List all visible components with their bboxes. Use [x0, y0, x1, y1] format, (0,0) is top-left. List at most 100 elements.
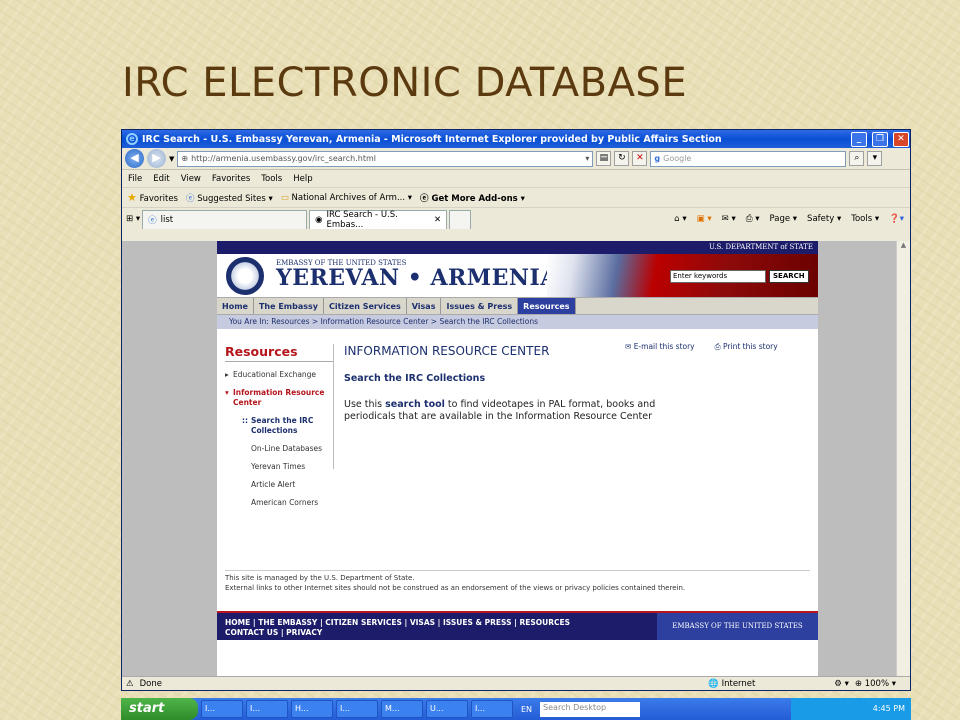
menu-tools[interactable]: Tools — [261, 174, 282, 184]
taskbar-item[interactable]: H... — [291, 700, 333, 718]
embassy-seal-icon[interactable] — [226, 257, 264, 295]
status-text: Done — [139, 678, 162, 689]
taskbar-item[interactable]: I... — [201, 700, 243, 718]
taskbar-item[interactable]: I... — [246, 700, 288, 718]
search-options-icon[interactable]: ▾ — [867, 151, 883, 166]
nav-citizen-services[interactable]: Citizen Services — [324, 298, 407, 314]
nav-the-embassy[interactable]: The Embassy — [254, 298, 324, 314]
mail-icon[interactable]: ✉ ▾ — [722, 214, 736, 224]
fav-national-archives[interactable]: ▭ National Archives of Arm... ▾ — [281, 193, 412, 203]
address-text: http://armenia.usembassy.gov/irc_search.… — [191, 154, 376, 163]
favorites-button[interactable]: ★ Favorites — [127, 191, 178, 204]
fav-label: Get More Add-ons ▾ — [431, 193, 525, 204]
home-icon[interactable]: ⌂ ▾ — [674, 214, 686, 224]
breadcrumb: You Are In: Resources > Information Reso… — [217, 315, 818, 329]
fav-get-addons[interactable]: ⓔ Get More Add-ons ▾ — [420, 192, 525, 204]
slide-title: IRC ELECTRONIC DATABASE — [122, 60, 688, 106]
zoom-control[interactable]: ⊕ 100% ▾ — [855, 679, 910, 689]
search-button[interactable]: SEARCH — [769, 270, 809, 283]
side-nav: Resources ▸ Educational Exchange ▾ Informa… — [225, 344, 334, 507]
search-tool-link[interactable]: search tool — [385, 399, 445, 410]
forward-button[interactable]: ▶ — [147, 149, 166, 168]
menu-edit[interactable]: Edit — [153, 174, 169, 184]
vertical-scrollbar[interactable]: ▲ — [896, 241, 910, 678]
address-bar[interactable]: ⊕ http://armenia.usembassy.gov/irc_searc… — [177, 150, 594, 167]
status-bar: ⚠ Done 🌐 Internet ⚙ ▾ ⊕ 100% ▾ — [122, 676, 910, 690]
tab-irc-search[interactable]: ◉ IRC Search - U.S. Embas... ✕ — [309, 209, 448, 230]
printer-icon: ⎙ — [714, 342, 721, 351]
ie-icon: ⓔ — [148, 215, 157, 226]
tab-list[interactable]: ⓔ list — [142, 209, 308, 229]
address-dropdown-icon[interactable]: ▾ — [585, 154, 589, 163]
status-icon: ⚠ — [126, 678, 134, 689]
globe-icon: 🌐 — [708, 678, 719, 689]
protected-mode-icon[interactable]: ⚙ ▾ — [834, 679, 849, 689]
star-icon: ★ — [127, 191, 137, 204]
fav-label: Suggested Sites ▾ — [197, 193, 273, 204]
start-button[interactable]: start — [121, 698, 198, 720]
taskbar-item[interactable]: I... — [336, 700, 378, 718]
footer-bar: HOME | THE EMBASSY | CITIZEN SERVICES | … — [217, 611, 818, 640]
search-go-icon[interactable]: ⌕ — [849, 151, 865, 166]
search-box[interactable]: g Google — [650, 150, 847, 167]
web-page: U.S. DEPARTMENT of STATE EMBASSY OF THE … — [217, 241, 818, 678]
side-item-article-alert[interactable]: Article Alert — [225, 480, 333, 490]
nav-home[interactable]: Home — [217, 298, 254, 314]
close-button[interactable]: ✕ — [893, 131, 909, 147]
menu-favorites[interactable]: Favorites — [212, 174, 250, 184]
taskbar-item[interactable]: M... — [381, 700, 423, 718]
back-button[interactable]: ◀ — [125, 149, 144, 168]
help-icon[interactable]: ❓▾ — [889, 214, 904, 224]
side-item-label: Information Resource Center — [233, 388, 325, 407]
tab-label: list — [160, 214, 174, 225]
refresh-icon[interactable]: ↻ — [614, 151, 630, 166]
nav-issues-press[interactable]: Issues & Press — [441, 298, 519, 314]
print-story-link[interactable]: ⎙ Print this story — [715, 342, 778, 352]
side-item-label: Educational Exchange — [233, 370, 317, 379]
page-menu[interactable]: Page ▾ — [770, 214, 798, 224]
maximize-button[interactable]: ❐ — [872, 131, 888, 147]
viewport: U.S. DEPARTMENT of STATE EMBASSY OF THE … — [122, 241, 910, 678]
nav-resources[interactable]: Resources — [518, 298, 576, 314]
taskbar-item[interactable]: I... — [471, 700, 513, 718]
side-item-search-irc[interactable]: :: Search the IRC Collections — [225, 416, 333, 436]
page-icon: ⊕ — [181, 154, 189, 163]
menu-help[interactable]: Help — [293, 174, 312, 184]
safety-menu[interactable]: Safety ▾ — [807, 214, 841, 224]
close-tab-icon[interactable]: ✕ — [434, 215, 441, 225]
new-tab[interactable] — [449, 209, 472, 229]
footer-links-row-2[interactable]: CONTACT US | PRIVACY — [225, 628, 649, 638]
scroll-up-icon[interactable]: ▲ — [897, 241, 910, 253]
side-item-educational[interactable]: ▸ Educational Exchange — [225, 370, 333, 380]
keyword-input[interactable]: Enter keywords — [670, 270, 766, 283]
side-item-american-corners[interactable]: American Corners — [225, 498, 333, 508]
menu-view[interactable]: View — [181, 174, 201, 184]
quick-tabs-icon[interactable]: ⊞ ▾ — [126, 214, 140, 224]
menu-file[interactable]: File — [128, 174, 142, 184]
seal-icon: ◉ — [315, 214, 323, 225]
language-indicator[interactable]: EN — [516, 705, 537, 714]
desktop-search-input[interactable]: Search Desktop — [540, 701, 641, 717]
taskbar-item[interactable]: U... — [426, 700, 468, 718]
arrow-down-icon: ▾ — [225, 388, 229, 397]
tools-menu[interactable]: Tools ▾ — [851, 214, 879, 224]
side-item-online-databases[interactable]: On-Line Databases — [225, 444, 333, 454]
history-dropdown-icon[interactable]: ▼ — [169, 155, 174, 163]
nav-visas[interactable]: Visas — [407, 298, 442, 314]
zoom-icon: ⊕ — [854, 678, 863, 689]
stop-icon[interactable]: ✕ — [632, 151, 648, 166]
feeds-icon[interactable]: ▣ ▾ — [697, 214, 712, 224]
zone-label: Internet — [721, 678, 756, 689]
title-bar: e IRC Search - U.S. Embassy Yerevan, Arm… — [122, 130, 910, 148]
print-icon[interactable]: ⎙ ▾ — [746, 214, 760, 224]
side-item-irc[interactable]: ▾ Information Resource Center — [225, 388, 333, 408]
clock[interactable]: 4:45 PM — [873, 704, 905, 713]
minimize-button[interactable]: _ — [851, 131, 867, 147]
footer-links-row-1[interactable]: HOME | THE EMBASSY | CITIZEN SERVICES | … — [225, 618, 649, 628]
main-content: INFORMATION RESOURCE CENTER Search the I… — [344, 344, 674, 423]
fav-suggested-sites[interactable]: ⓔ Suggested Sites ▾ — [186, 192, 273, 204]
side-item-yerevan-times[interactable]: Yerevan Times — [225, 462, 333, 472]
banner-title[interactable]: YEREVAN • ARMENIA — [276, 265, 558, 291]
compatibility-icon[interactable]: ▤ — [596, 151, 612, 166]
arrow-right-icon: ▸ — [225, 370, 229, 379]
